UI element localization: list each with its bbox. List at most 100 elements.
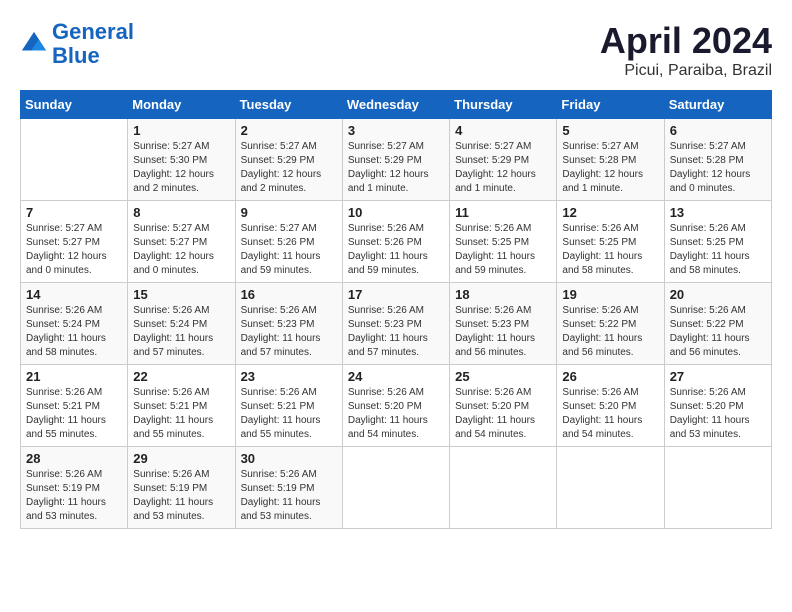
day-info: Sunrise: 5:26 AMSunset: 5:24 PMDaylight:… (133, 304, 229, 360)
day-cell: 9 Sunrise: 5:27 AMSunset: 5:26 PMDaylight… (235, 201, 342, 283)
day-number: 18 (455, 287, 551, 302)
day-number: 30 (241, 451, 337, 466)
day-number: 12 (562, 205, 658, 220)
day-info: Sunrise: 5:26 AMSunset: 5:23 PMDaylight:… (455, 304, 551, 360)
day-number: 16 (241, 287, 337, 302)
day-info: Sunrise: 5:27 AMSunset: 5:29 PMDaylight:… (455, 140, 551, 196)
day-info: Sunrise: 5:26 AMSunset: 5:24 PMDaylight:… (26, 304, 122, 360)
day-info: Sunrise: 5:26 AMSunset: 5:19 PMDaylight:… (241, 468, 337, 524)
day-info: Sunrise: 5:26 AMSunset: 5:20 PMDaylight:… (562, 386, 658, 442)
page-header: General Blue April 2024 Picui, Paraiba, … (20, 20, 772, 80)
day-number: 23 (241, 369, 337, 384)
day-cell: 1Sunrise: 5:27 AMSunset: 5:30 PMDaylight… (128, 119, 235, 201)
day-cell: 20 Sunrise: 5:26 AMSunset: 5:22 PMDayligh… (664, 283, 771, 365)
day-number: 20 (670, 287, 766, 302)
day-cell: 17Sunrise: 5:26 AMSunset: 5:23 PMDayligh… (342, 283, 449, 365)
day-info: Sunrise: 5:27 AMSunset: 5:27 PMDaylight:… (26, 222, 122, 278)
day-cell: 10Sunrise: 5:26 AMSunset: 5:26 PMDayligh… (342, 201, 449, 283)
day-cell (21, 119, 128, 201)
day-number: 27 (670, 369, 766, 384)
day-number: 15 (133, 287, 229, 302)
day-info: Sunrise: 5:26 AMSunset: 5:22 PMDaylight:… (562, 304, 658, 360)
weekday-row: SundayMondayTuesdayWednesdayThursdayFrid… (21, 91, 772, 119)
day-number: 14 (26, 287, 122, 302)
day-info: Sunrise: 5:27 AMSunset: 5:30 PMDaylight:… (133, 140, 229, 196)
day-cell: 8 Sunrise: 5:27 AMSunset: 5:27 PMDaylight… (128, 201, 235, 283)
week-row-5: 28Sunrise: 5:26 AMSunset: 5:19 PMDayligh… (21, 447, 772, 529)
day-info: Sunrise: 5:27 AMSunset: 5:26 PMDaylight:… (241, 222, 337, 278)
day-info: Sunrise: 5:26 AMSunset: 5:23 PMDaylight:… (241, 304, 337, 360)
day-cell: 3Sunrise: 5:27 AMSunset: 5:29 PMDaylight… (342, 119, 449, 201)
day-number: 6 (670, 123, 766, 138)
day-cell: 19 Sunrise: 5:26 AMSunset: 5:22 PMDayligh… (557, 283, 664, 365)
day-cell: 21 Sunrise: 5:26 AMSunset: 5:21 PMDayligh… (21, 365, 128, 447)
day-info: Sunrise: 5:26 AMSunset: 5:23 PMDaylight:… (348, 304, 444, 360)
logo: General Blue (20, 20, 134, 68)
day-info: Sunrise: 5:26 AMSunset: 5:19 PMDaylight:… (133, 468, 229, 524)
title-block: April 2024 Picui, Paraiba, Brazil (600, 20, 772, 80)
day-cell: 23 Sunrise: 5:26 AMSunset: 5:21 PMDayligh… (235, 365, 342, 447)
day-info: Sunrise: 5:27 AMSunset: 5:29 PMDaylight:… (241, 140, 337, 196)
calendar-header: SundayMondayTuesdayWednesdayThursdayFrid… (21, 91, 772, 119)
day-info: Sunrise: 5:26 AMSunset: 5:20 PMDaylight:… (348, 386, 444, 442)
weekday-header-tuesday: Tuesday (235, 91, 342, 119)
day-cell: 12 Sunrise: 5:26 AMSunset: 5:25 PMDayligh… (557, 201, 664, 283)
week-row-1: 1Sunrise: 5:27 AMSunset: 5:30 PMDaylight… (21, 119, 772, 201)
day-info: Sunrise: 5:26 AMSunset: 5:21 PMDaylight:… (241, 386, 337, 442)
weekday-header-sunday: Sunday (21, 91, 128, 119)
day-cell: 2 Sunrise: 5:27 AMSunset: 5:29 PMDaylight… (235, 119, 342, 201)
day-info: Sunrise: 5:27 AMSunset: 5:28 PMDaylight:… (562, 140, 658, 196)
day-cell: 24 Sunrise: 5:26 AMSunset: 5:20 PMDayligh… (342, 365, 449, 447)
weekday-header-saturday: Saturday (664, 91, 771, 119)
day-cell: 28Sunrise: 5:26 AMSunset: 5:19 PMDayligh… (21, 447, 128, 529)
week-row-4: 21 Sunrise: 5:26 AMSunset: 5:21 PMDayligh… (21, 365, 772, 447)
day-number: 5 (562, 123, 658, 138)
day-number: 22 (133, 369, 229, 384)
day-info: Sunrise: 5:26 AMSunset: 5:22 PMDaylight:… (670, 304, 766, 360)
day-info: Sunrise: 5:27 AMSunset: 5:27 PMDaylight:… (133, 222, 229, 278)
day-number: 8 (133, 205, 229, 220)
day-number: 21 (26, 369, 122, 384)
day-cell: 4 Sunrise: 5:27 AMSunset: 5:29 PMDaylight… (450, 119, 557, 201)
weekday-header-monday: Monday (128, 91, 235, 119)
week-row-3: 14 Sunrise: 5:26 AMSunset: 5:24 PMDayligh… (21, 283, 772, 365)
day-info: Sunrise: 5:26 AMSunset: 5:25 PMDaylight:… (562, 222, 658, 278)
day-cell: 6 Sunrise: 5:27 AMSunset: 5:28 PMDaylight… (664, 119, 771, 201)
day-info: Sunrise: 5:26 AMSunset: 5:25 PMDaylight:… (670, 222, 766, 278)
day-cell: 11Sunrise: 5:26 AMSunset: 5:25 PMDayligh… (450, 201, 557, 283)
day-number: 9 (241, 205, 337, 220)
day-cell (664, 447, 771, 529)
day-cell: 5 Sunrise: 5:27 AMSunset: 5:28 PMDaylight… (557, 119, 664, 201)
day-info: Sunrise: 5:27 AMSunset: 5:28 PMDaylight:… (670, 140, 766, 196)
day-cell: 13 Sunrise: 5:26 AMSunset: 5:25 PMDayligh… (664, 201, 771, 283)
calendar-table: SundayMondayTuesdayWednesdayThursdayFrid… (20, 90, 772, 529)
day-number: 4 (455, 123, 551, 138)
day-info: Sunrise: 5:26 AMSunset: 5:21 PMDaylight:… (26, 386, 122, 442)
day-number: 2 (241, 123, 337, 138)
month-title: April 2024 (600, 20, 772, 62)
logo-icon (20, 30, 48, 58)
day-number: 24 (348, 369, 444, 384)
weekday-header-wednesday: Wednesday (342, 91, 449, 119)
calendar-body: 1Sunrise: 5:27 AMSunset: 5:30 PMDaylight… (21, 119, 772, 529)
day-number: 7 (26, 205, 122, 220)
logo-text: General Blue (52, 20, 134, 68)
day-cell: 22 Sunrise: 5:26 AMSunset: 5:21 PMDayligh… (128, 365, 235, 447)
logo-line1: General (52, 19, 134, 44)
day-cell: 7 Sunrise: 5:27 AMSunset: 5:27 PMDaylight… (21, 201, 128, 283)
day-cell (342, 447, 449, 529)
day-cell: 18 Sunrise: 5:26 AMSunset: 5:23 PMDayligh… (450, 283, 557, 365)
day-info: Sunrise: 5:27 AMSunset: 5:29 PMDaylight:… (348, 140, 444, 196)
day-number: 13 (670, 205, 766, 220)
logo-line2: Blue (52, 43, 100, 68)
day-cell (557, 447, 664, 529)
day-cell: 14 Sunrise: 5:26 AMSunset: 5:24 PMDayligh… (21, 283, 128, 365)
day-number: 25 (455, 369, 551, 384)
day-number: 10 (348, 205, 444, 220)
day-cell: 27Sunrise: 5:26 AMSunset: 5:20 PMDayligh… (664, 365, 771, 447)
day-cell: 25Sunrise: 5:26 AMSunset: 5:20 PMDayligh… (450, 365, 557, 447)
location: Picui, Paraiba, Brazil (600, 62, 772, 80)
day-info: Sunrise: 5:26 AMSunset: 5:25 PMDaylight:… (455, 222, 551, 278)
day-number: 19 (562, 287, 658, 302)
day-info: Sunrise: 5:26 AMSunset: 5:21 PMDaylight:… (133, 386, 229, 442)
